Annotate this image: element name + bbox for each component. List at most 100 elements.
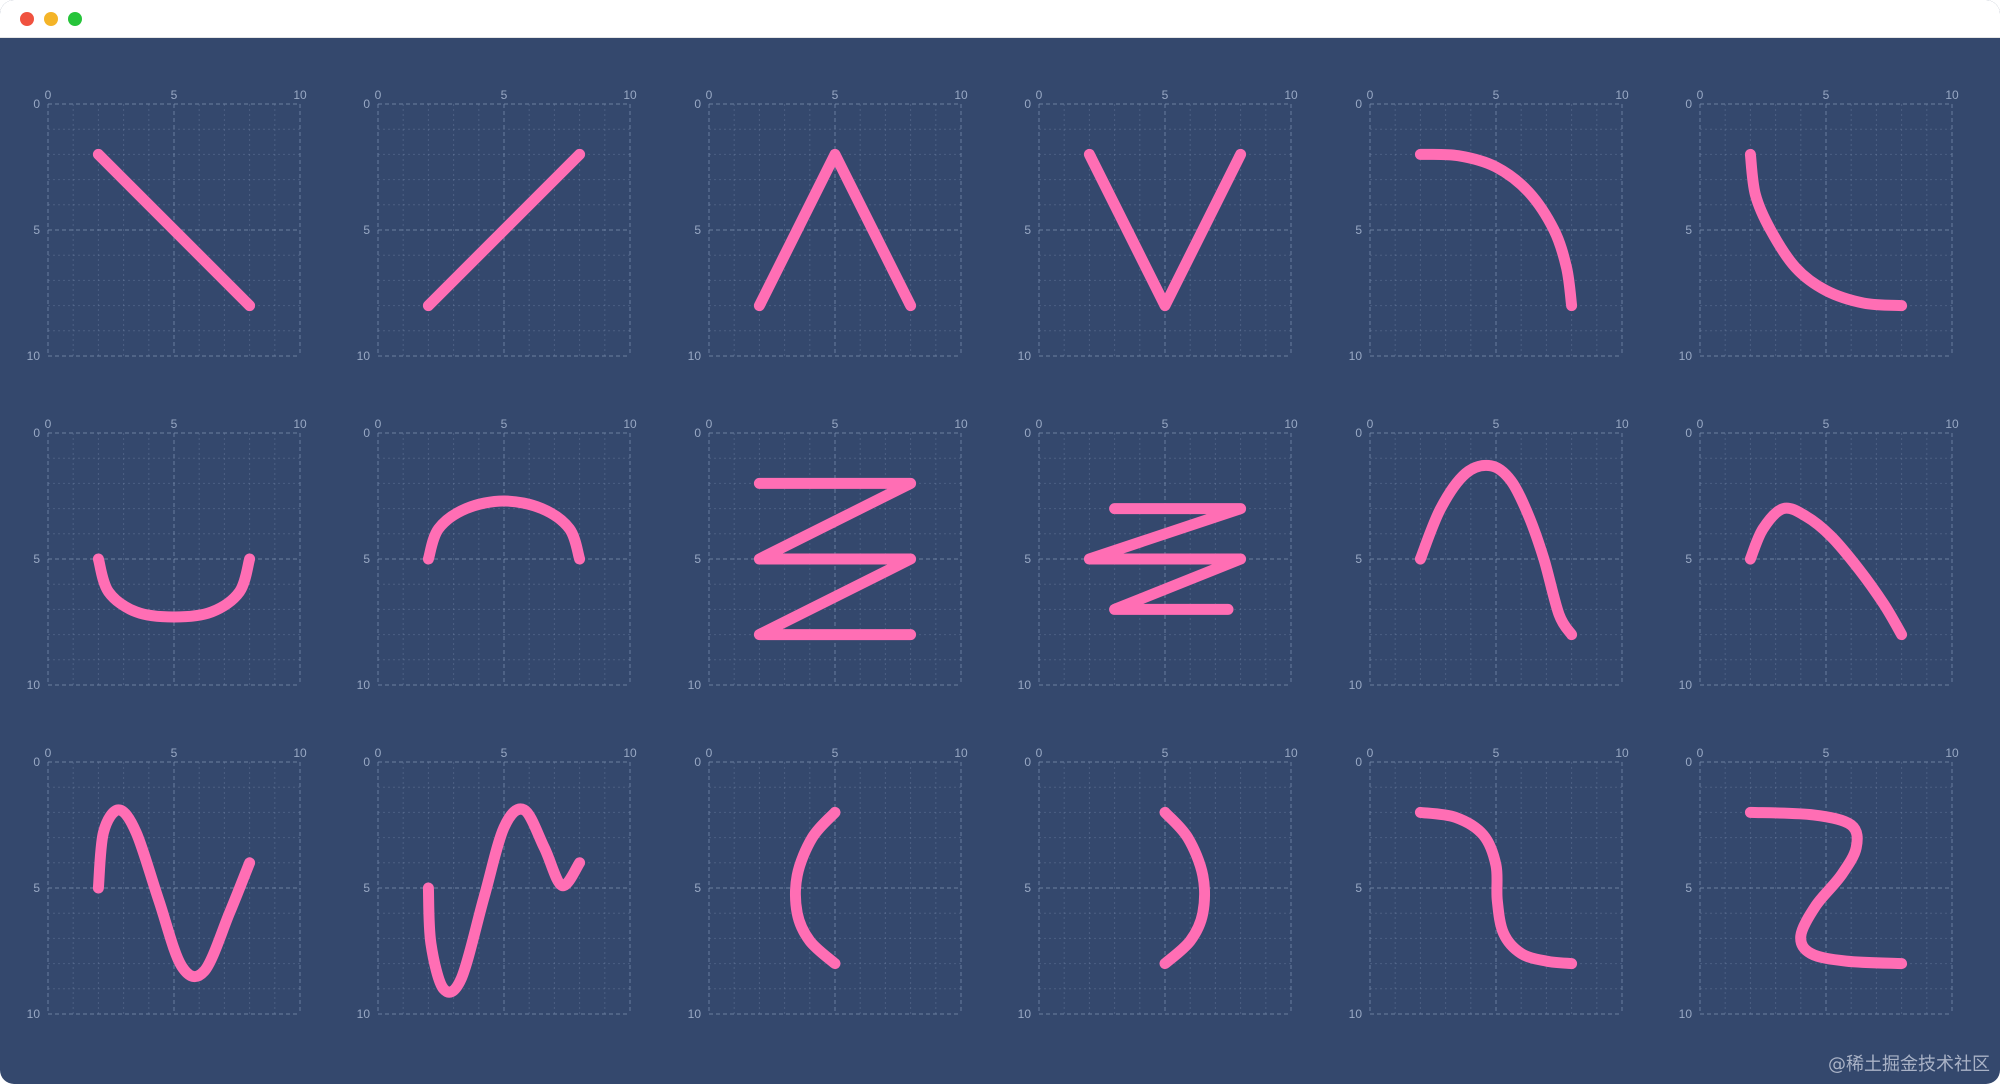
plot-17: 0 5 10 0 5 10 (1349, 746, 1629, 1021)
y-tick-label: 5 (1685, 552, 1692, 566)
y-tick-label: 5 (1355, 881, 1362, 895)
x-tick-label: 10 (1945, 417, 1959, 431)
curve-line (422, 495, 586, 565)
y-tick-label: 5 (1685, 881, 1692, 895)
plot-3: 0 5 10 0 5 10 (688, 88, 968, 363)
y-tick-label: 0 (363, 426, 370, 440)
y-tick-label: 10 (1018, 1007, 1032, 1021)
x-tick-label: 0 (375, 746, 382, 760)
x-tick-label: 0 (1697, 88, 1704, 102)
y-tick-label: 5 (694, 881, 701, 895)
x-tick-label: 5 (1162, 88, 1169, 102)
x-tick-label: 5 (832, 746, 839, 760)
x-tick-label: 5 (171, 88, 178, 102)
close-window-button[interactable] (20, 12, 34, 26)
x-tick-label: 5 (1162, 417, 1169, 431)
x-tick-label: 0 (706, 88, 713, 102)
y-tick-label: 0 (363, 97, 370, 111)
minimize-window-button[interactable] (44, 12, 58, 26)
y-tick-label: 0 (1355, 426, 1362, 440)
y-tick-label: 0 (1024, 97, 1031, 111)
y-tick-label: 0 (33, 426, 40, 440)
y-tick-label: 5 (363, 552, 370, 566)
x-tick-label: 5 (1823, 88, 1830, 102)
y-tick-label: 5 (33, 223, 40, 237)
curve-line (422, 803, 586, 998)
y-tick-label: 10 (1349, 349, 1363, 363)
x-tick-label: 10 (1615, 88, 1629, 102)
plot-8: 0 5 10 0 5 10 (357, 417, 637, 692)
x-tick-label: 10 (1945, 746, 1959, 760)
x-tick-label: 10 (1284, 417, 1298, 431)
x-tick-label: 0 (45, 417, 52, 431)
y-tick-label: 10 (1679, 349, 1693, 363)
y-tick-label: 0 (1024, 426, 1031, 440)
x-tick-label: 10 (1615, 417, 1629, 431)
title-bar (0, 0, 2000, 38)
y-tick-label: 10 (1349, 678, 1363, 692)
y-tick-label: 5 (1024, 552, 1031, 566)
y-tick-label: 5 (1355, 223, 1362, 237)
curve-line (1159, 806, 1211, 970)
plot-13: 0 5 10 0 5 10 (27, 746, 307, 1021)
x-tick-label: 10 (623, 88, 637, 102)
x-tick-label: 0 (45, 746, 52, 760)
y-tick-label: 0 (1685, 97, 1692, 111)
x-tick-label: 0 (1036, 88, 1043, 102)
x-tick-label: 5 (501, 746, 508, 760)
plot-5: 0 5 10 0 5 10 (1349, 88, 1629, 363)
plot-2: 0 5 10 0 5 10 (357, 88, 637, 363)
plot-18: 0 5 10 0 5 10 (1679, 746, 1959, 1021)
plot-4: 0 5 10 0 5 10 (1018, 88, 1298, 363)
plot-7: 0 5 10 0 5 10 (27, 417, 307, 692)
x-tick-label: 10 (954, 88, 968, 102)
y-tick-label: 10 (1679, 1007, 1693, 1021)
plot-12: 0 5 10 0 5 10 (1679, 417, 1959, 692)
y-tick-label: 10 (688, 1007, 702, 1021)
y-tick-label: 5 (1685, 223, 1692, 237)
y-tick-label: 10 (357, 1007, 371, 1021)
y-tick-label: 0 (694, 97, 701, 111)
y-tick-label: 0 (694, 755, 701, 769)
y-tick-label: 10 (357, 678, 371, 692)
x-tick-label: 0 (706, 746, 713, 760)
y-tick-label: 10 (1018, 349, 1032, 363)
y-tick-label: 5 (33, 552, 40, 566)
y-tick-label: 10 (688, 349, 702, 363)
y-tick-label: 0 (1355, 97, 1362, 111)
y-tick-label: 10 (1679, 678, 1693, 692)
plot-6: 0 5 10 0 5 10 (1679, 88, 1959, 363)
x-tick-label: 10 (1615, 746, 1629, 760)
x-tick-label: 5 (501, 88, 508, 102)
y-tick-label: 0 (1685, 426, 1692, 440)
y-tick-label: 0 (694, 426, 701, 440)
y-tick-label: 0 (1685, 755, 1692, 769)
x-tick-label: 5 (832, 417, 839, 431)
x-tick-label: 0 (375, 88, 382, 102)
y-tick-label: 10 (357, 349, 371, 363)
x-tick-label: 5 (501, 417, 508, 431)
maximize-window-button[interactable] (68, 12, 82, 26)
plot-15: 0 5 10 0 5 10 (688, 746, 968, 1021)
x-tick-label: 10 (1284, 88, 1298, 102)
y-tick-label: 5 (694, 223, 701, 237)
x-tick-label: 0 (45, 88, 52, 102)
curve-line (1083, 503, 1247, 615)
y-tick-label: 0 (1355, 755, 1362, 769)
x-tick-label: 0 (706, 417, 713, 431)
x-tick-label: 10 (293, 746, 307, 760)
x-tick-label: 0 (1036, 746, 1043, 760)
y-tick-label: 5 (694, 552, 701, 566)
x-tick-label: 10 (623, 417, 637, 431)
x-tick-label: 0 (1367, 88, 1374, 102)
x-tick-label: 0 (1367, 417, 1374, 431)
plot-14: 0 5 10 0 5 10 (357, 746, 637, 1021)
app-window: 0 5 10 0 5 10 0 5 10 0 5 10 0 5 10 0 5 10 0 5 10 0 5 10 0 5 10 0 5 10… (0, 0, 2000, 1084)
plot-11: 0 5 10 0 5 10 (1349, 417, 1629, 692)
x-tick-label: 0 (375, 417, 382, 431)
x-tick-label: 5 (1493, 88, 1500, 102)
x-tick-label: 5 (1823, 417, 1830, 431)
x-tick-label: 0 (1367, 746, 1374, 760)
x-tick-label: 0 (1697, 746, 1704, 760)
y-tick-label: 10 (1349, 1007, 1363, 1021)
